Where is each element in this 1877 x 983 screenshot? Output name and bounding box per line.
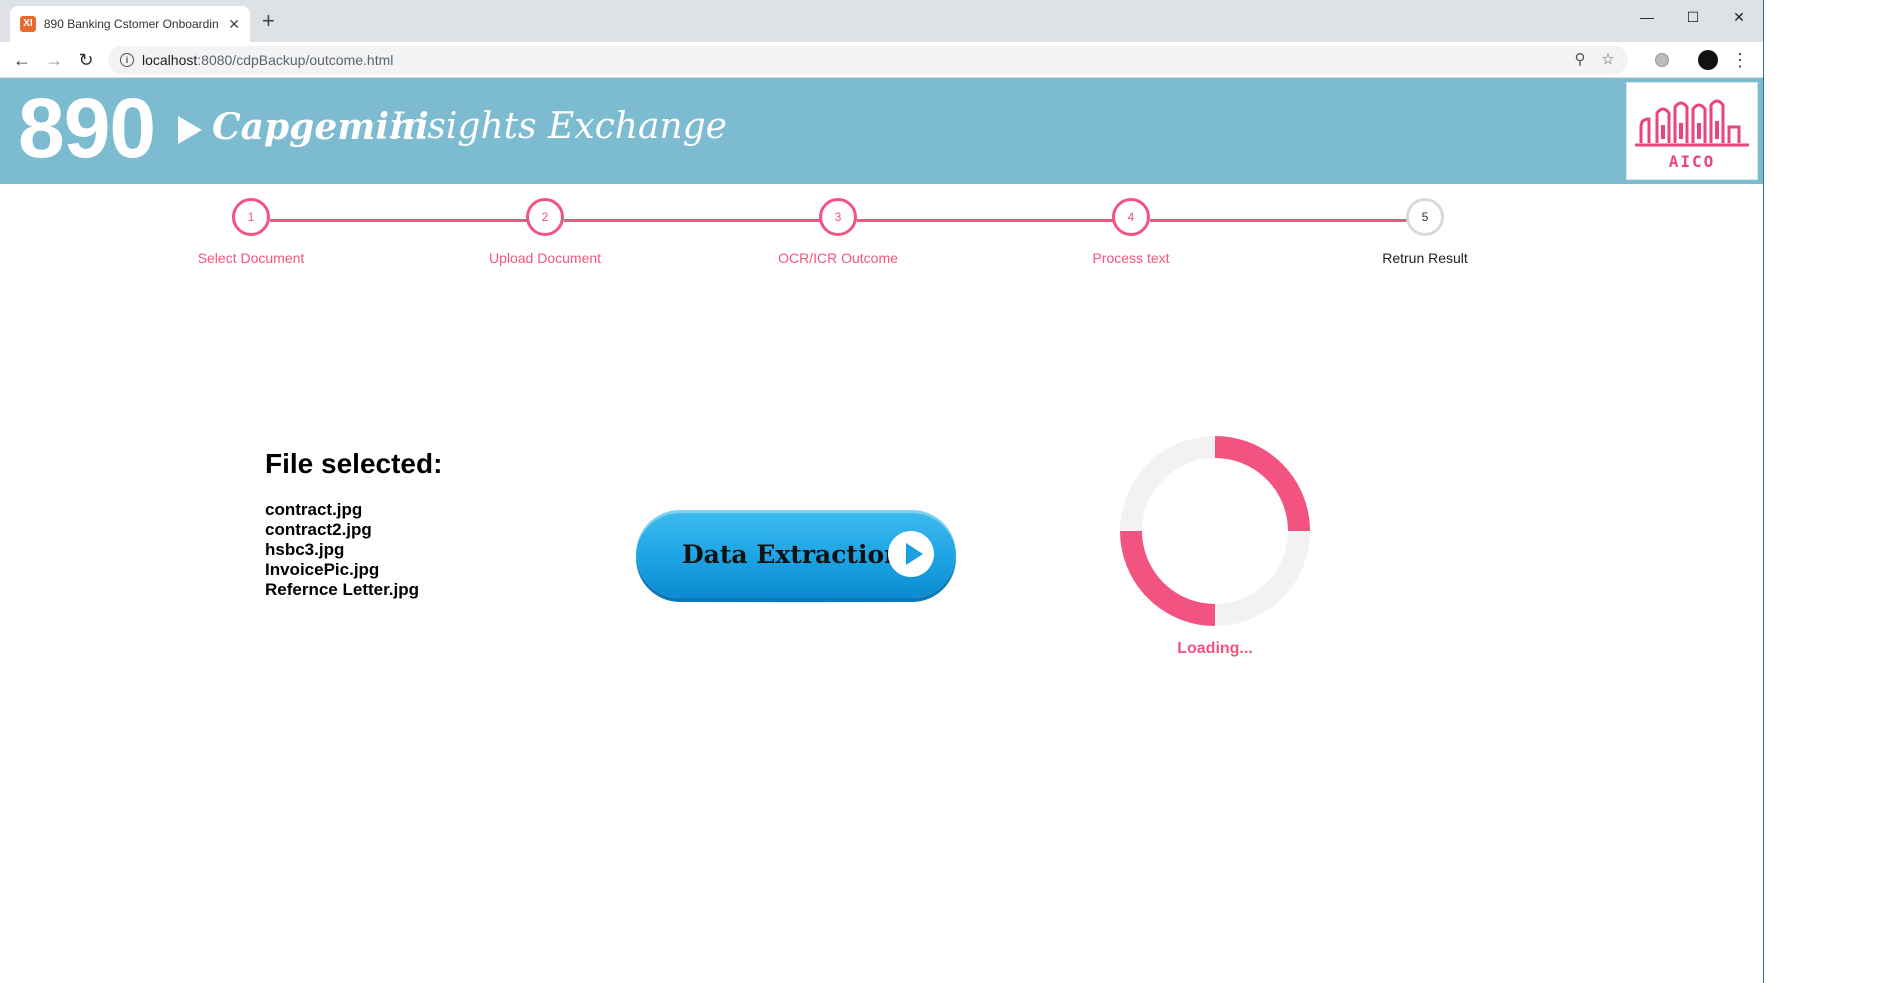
loading-text: Loading...	[1177, 640, 1253, 657]
play-icon[interactable]	[888, 531, 934, 577]
brand-number: 890	[18, 81, 156, 175]
step-1-label[interactable]: Select Document	[151, 250, 351, 266]
data-extraction-button[interactable]: Data Extraction	[636, 510, 956, 604]
menu-icon[interactable]: ⋮	[1728, 48, 1752, 72]
aico-logo: AICO	[1626, 82, 1758, 180]
play-arrow-icon	[178, 116, 202, 144]
profile-avatar[interactable]	[1696, 48, 1720, 72]
forward-arrow-icon[interactable]: →	[42, 48, 66, 72]
step-5-label[interactable]: Retrun Result	[1325, 250, 1525, 266]
new-tab-icon[interactable]: +	[262, 10, 275, 32]
extension-icon[interactable]	[1650, 48, 1674, 72]
aico-logo-text: AICO	[1668, 152, 1716, 171]
file-item: Refernce Letter.jpg	[265, 580, 419, 599]
file-item: contract2.jpg	[265, 520, 372, 539]
info-icon[interactable]: i	[120, 53, 134, 67]
reload-icon[interactable]: ↻	[74, 48, 98, 72]
tab-title: 890 Banking Cstomer Onboardin	[43, 17, 219, 31]
step-connector	[857, 219, 1134, 222]
brand-product: Insights Exchange	[390, 106, 727, 147]
step-connector	[270, 219, 548, 222]
files-heading: File selected:	[265, 448, 443, 479]
factory-icon	[1635, 99, 1749, 147]
step-4-label[interactable]: Process text	[1031, 250, 1231, 266]
step-1-circle[interactable]: 1	[232, 198, 270, 236]
step-5-circle[interactable]: 5	[1406, 198, 1444, 236]
step-connector	[564, 219, 841, 222]
step-2-label[interactable]: Upload Document	[445, 250, 645, 266]
maximize-button[interactable]: ☐	[1670, 4, 1716, 30]
spinner-arc	[1214, 436, 1310, 532]
star-icon[interactable]: ☆	[1598, 50, 1618, 70]
step-connector	[1150, 219, 1428, 222]
loading-spinner	[1120, 436, 1310, 626]
back-arrow-icon[interactable]: ←	[10, 48, 34, 72]
file-item: contract.jpg	[265, 500, 363, 519]
header-banner: 890 Capgemini Insights Exchange AICO	[0, 78, 1763, 184]
browser-window: XI 890 Banking Cstomer Onboardin ✕ + — ☐…	[0, 0, 1764, 983]
minimize-button[interactable]: —	[1624, 4, 1670, 30]
tab-close-icon[interactable]: ✕	[228, 16, 240, 33]
browser-toolbar: ← → ↻ i localhost:8080/cdpBackup/outcome…	[0, 42, 1763, 78]
progress-stepper: 1 2 3 4 5 Select Document Upload Documen…	[0, 198, 1763, 278]
step-3-label[interactable]: OCR/ICR Outcome	[738, 250, 938, 266]
file-list: contract.jpg contract2.jpg hsbc3.jpg Inv…	[265, 500, 419, 600]
step-4-circle[interactable]: 4	[1112, 198, 1150, 236]
file-item: hsbc3.jpg	[265, 540, 345, 559]
step-2-circle[interactable]: 2	[526, 198, 564, 236]
spinner-arc	[1120, 530, 1216, 626]
browser-tab[interactable]: XI 890 Banking Cstomer Onboardin ✕	[10, 6, 250, 42]
file-item: InvoicePic.jpg	[265, 560, 380, 579]
button-body[interactable]: Data Extraction	[636, 510, 956, 598]
tab-strip: XI 890 Banking Cstomer Onboardin ✕ + — ☐…	[0, 0, 1763, 42]
address-bar[interactable]: i localhost:8080/cdpBackup/outcome.html …	[108, 46, 1628, 74]
favicon-icon: XI	[20, 16, 36, 32]
data-extraction-label: Data Extraction	[682, 540, 903, 569]
url-text[interactable]: localhost:8080/cdpBackup/outcome.html	[142, 52, 393, 68]
close-window-button[interactable]: ✕	[1716, 4, 1762, 30]
step-3-circle[interactable]: 3	[819, 198, 857, 236]
zoom-icon[interactable]: ⚲	[1570, 50, 1590, 70]
